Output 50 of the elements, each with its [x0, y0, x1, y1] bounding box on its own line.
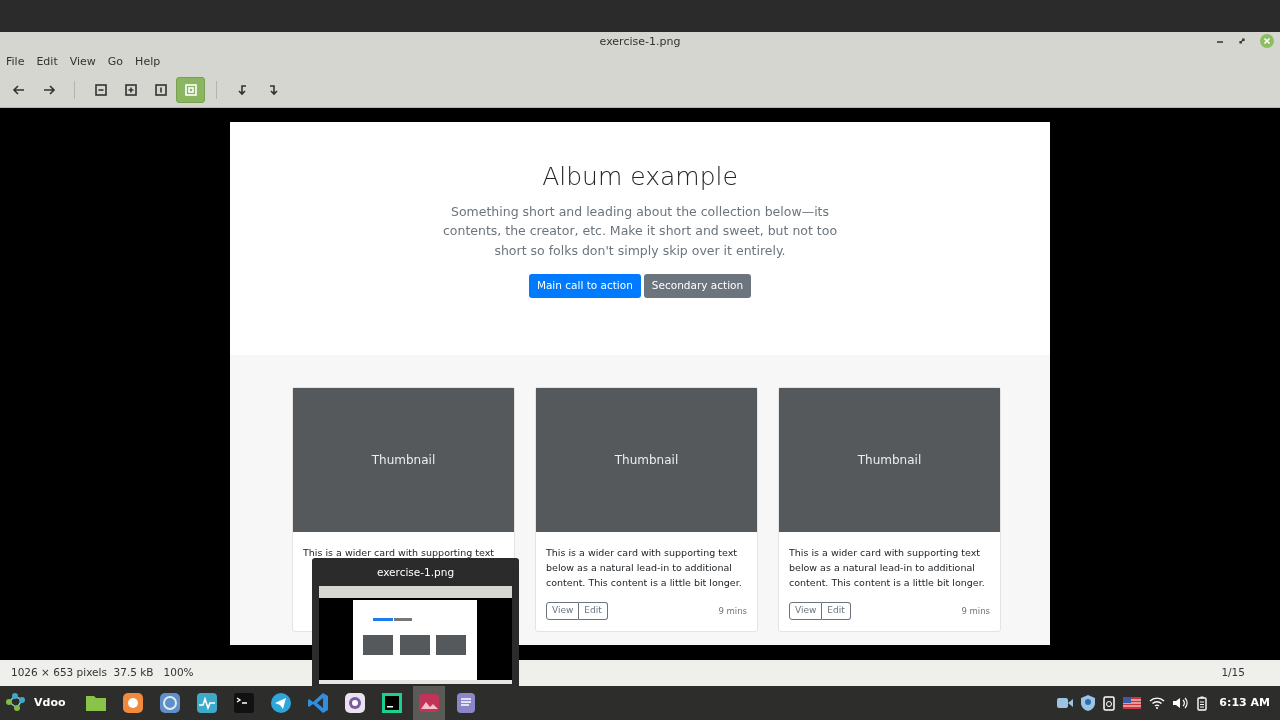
wifi-icon[interactable] — [1149, 697, 1166, 709]
ide-icon — [379, 691, 404, 715]
clipboard-icon[interactable] — [1103, 695, 1116, 711]
actual-size-icon — [152, 81, 169, 98]
time-label: 9 mins — [718, 604, 747, 618]
zoom-in-icon — [122, 81, 139, 98]
shield-icon[interactable] — [1081, 695, 1096, 711]
menu-item[interactable]: View — [65, 53, 100, 71]
volume-icon[interactable] — [1173, 697, 1190, 709]
album-lead-text: Something short and leading about the collection below—its contents, the creator, etc. Make it short and sweet, but not too short so folks don't simply skip over it entirely. — [441, 202, 839, 260]
image-viewer-icon — [416, 691, 441, 715]
view-button[interactable]: View — [789, 602, 823, 620]
toolbar-button[interactable] — [176, 76, 205, 103]
maximize-icon[interactable] — [1238, 37, 1246, 45]
code-editor-icon — [305, 691, 330, 715]
menu-item[interactable]: Edit — [32, 53, 62, 71]
menu-item[interactable]: File — [2, 53, 29, 71]
view-button[interactable]: View — [546, 602, 580, 620]
start-menu-button[interactable]: Vdoo — [4, 692, 66, 714]
time-label: 9 mins — [961, 604, 990, 618]
edit-button[interactable]: Edit — [822, 602, 851, 620]
card-text: This is a wider card with supporting text below as a natural lead-in to additional content. This content is a little bit longer. — [789, 546, 986, 590]
card-text: This is a wider card with supporting text below as a natural lead-in to additional content. This content is a little bit longer. — [546, 546, 743, 590]
secondary-action-button[interactable]: Secondary action — [643, 274, 752, 298]
fit-icon — [182, 81, 199, 98]
battery-icon[interactable] — [1197, 695, 1208, 711]
thumbnail-label: Thumbnail — [614, 452, 679, 469]
pulse-icon — [194, 691, 219, 715]
taskbar-app-button[interactable] — [412, 686, 445, 720]
menu-item[interactable]: Help — [131, 53, 165, 71]
flag-icon[interactable] — [1123, 697, 1142, 709]
globe-icon — [157, 691, 182, 715]
clock: 6:13 AM — [1219, 694, 1270, 711]
zoom-out-icon — [92, 81, 109, 98]
window-title: exercise-1.png — [599, 33, 681, 50]
menu-item[interactable]: Go — [103, 53, 128, 71]
image-info: 1026 × 653 pixels 37.5 kB 100% — [11, 665, 194, 681]
terminal-icon — [231, 691, 256, 715]
camera-lens-icon — [342, 691, 367, 715]
album-heading: Album example — [542, 161, 738, 193]
card-text: This is a wider card with supporting text — [303, 546, 496, 560]
edit-button[interactable]: Edit — [579, 602, 608, 620]
molecule-logo-icon — [4, 692, 28, 714]
page-counter: 1/15 — [1221, 665, 1245, 681]
video-camera-icon[interactable] — [1057, 697, 1074, 709]
paper-plane-icon — [268, 691, 293, 715]
thumbnail-label: Thumbnail — [857, 452, 922, 469]
thumbnail-label: Thumbnail — [371, 452, 436, 469]
preview-title: exercise-1.png — [376, 565, 455, 580]
main-action-button[interactable]: Main call to action — [528, 274, 641, 298]
